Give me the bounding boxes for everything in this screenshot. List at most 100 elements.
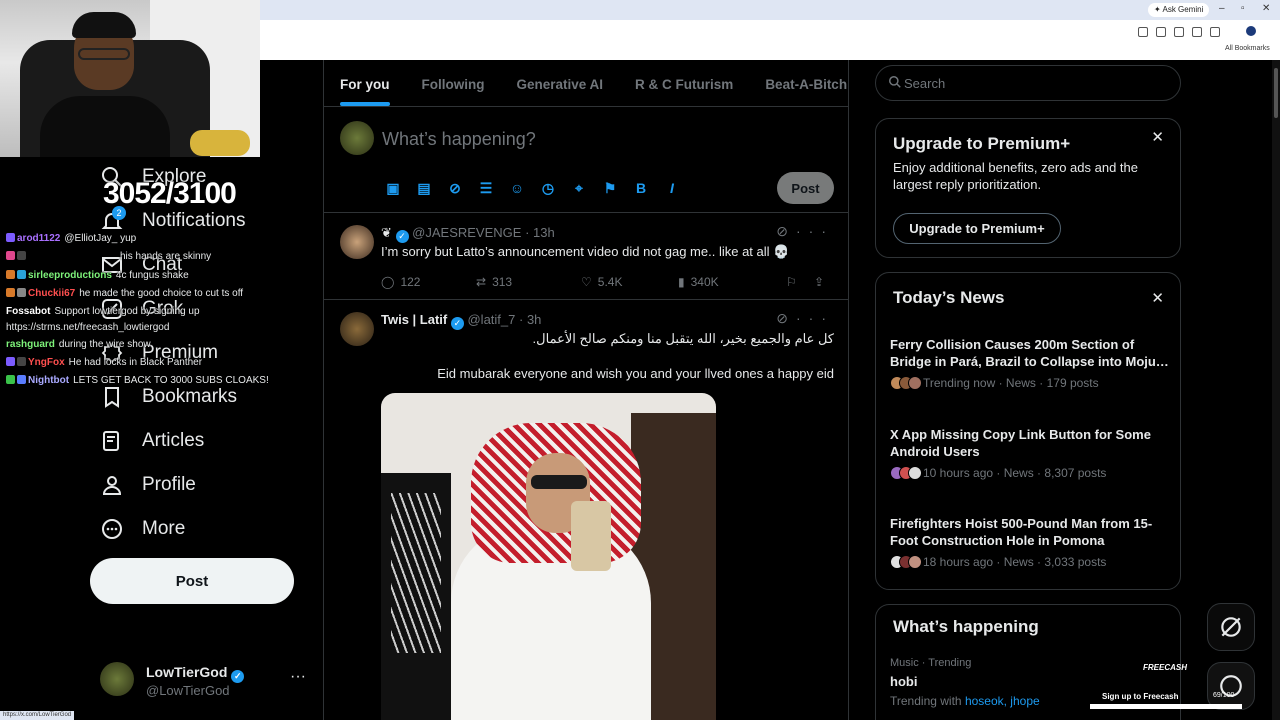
reply-icon: ◯ bbox=[381, 275, 395, 289]
image-icon[interactable]: ▣ bbox=[384, 179, 402, 197]
extensions-icon[interactable] bbox=[1192, 27, 1202, 37]
freecash-logo: FREECASH bbox=[1143, 663, 1188, 672]
cast-icon[interactable] bbox=[1138, 27, 1148, 37]
schedule-icon[interactable]: ◷ bbox=[539, 179, 557, 197]
feed-tabs: For you Following Generative AI R & C Fu… bbox=[324, 60, 848, 107]
main-feed: For you Following Generative AI R & C Fu… bbox=[323, 60, 849, 720]
chat-message: rashguard during the wire show bbox=[6, 338, 151, 350]
flag-icon[interactable]: ⚑ bbox=[601, 179, 619, 197]
trend-name[interactable]: hobi bbox=[890, 674, 917, 689]
verified-badge-icon: ✓ bbox=[450, 317, 464, 330]
grok-icon[interactable]: ⊘ bbox=[776, 310, 796, 326]
tweet-text-arabic: كل عام والجميع بخير، الله يتقبل منا ومنك… bbox=[532, 331, 834, 346]
search-placeholder: Search bbox=[904, 76, 946, 91]
sub-goal-counter: 3052/3100 bbox=[103, 177, 237, 210]
compose-input[interactable]: What’s happening? bbox=[382, 129, 536, 150]
tweet-photo[interactable] bbox=[381, 393, 716, 720]
nav-articles[interactable]: Articles bbox=[100, 429, 204, 453]
close-icon[interactable]: ✕ bbox=[1151, 128, 1164, 146]
ask-gemini-button[interactable]: ✦ Ask Gemini bbox=[1148, 3, 1210, 17]
compose-post-button[interactable]: Post bbox=[777, 172, 834, 204]
account-name: LowTierGod bbox=[146, 664, 228, 680]
trend-category: Music · Trending bbox=[890, 657, 972, 669]
share-button[interactable]: ⇪ bbox=[814, 275, 824, 289]
chat-message: Nightbot LETS GET BACK TO 3000 SUBS CLOAK… bbox=[6, 372, 306, 390]
minimize-icon[interactable]: – bbox=[1219, 3, 1225, 14]
nav-profile[interactable]: Profile bbox=[100, 473, 196, 497]
grok-button[interactable] bbox=[1207, 603, 1255, 651]
trend-tags[interactable]: hoseok, jhope bbox=[965, 694, 1040, 708]
messages-button[interactable] bbox=[1207, 662, 1255, 710]
news-item[interactable]: Ferry Collision Causes 200m Section of B… bbox=[890, 336, 1170, 390]
article-icon bbox=[103, 431, 119, 451]
chart-icon: ▮ bbox=[678, 275, 685, 289]
grok-icon[interactable]: ⊘ bbox=[776, 223, 796, 239]
gif-icon[interactable]: ▤ bbox=[415, 179, 433, 197]
browser-tab-strip bbox=[260, 0, 1280, 20]
freecash-counter: 69/100 bbox=[1213, 692, 1235, 699]
more-circle-icon bbox=[102, 519, 122, 539]
post-button[interactable]: Post bbox=[90, 558, 294, 604]
repost-icon: ⇄ bbox=[476, 275, 487, 289]
compose-box: What’s happening? ▣ ▤ ⊘ ☰ ☺ ◷ ⌖ ⚑ B I Po… bbox=[324, 107, 848, 213]
account-handle: @LowTierGod bbox=[146, 683, 230, 698]
like-button[interactable]: ♡ 5.4K bbox=[581, 275, 678, 289]
webcam-overlay bbox=[0, 0, 260, 157]
sidebar-icon[interactable] bbox=[1210, 27, 1220, 37]
nav-label: Articles bbox=[142, 430, 205, 451]
grok-icon bbox=[1221, 617, 1241, 637]
grok-icon[interactable]: ⊘ bbox=[446, 179, 464, 197]
upgrade-premium-button[interactable]: Upgrade to Premium+ bbox=[893, 213, 1061, 244]
tweet-text: Eid mubarak everyone and wish you and yo… bbox=[437, 366, 834, 381]
close-window-icon[interactable]: ✕ bbox=[1262, 3, 1270, 14]
browser-profile-avatar[interactable] bbox=[1246, 26, 1256, 36]
whats-happening-card: What’s happening Music · Trending hobi T… bbox=[875, 604, 1181, 720]
news-item[interactable]: Firefighters Hoist 500-Pound Man from 15… bbox=[890, 515, 1170, 569]
page-scrollbar[interactable] bbox=[1272, 60, 1280, 720]
person-icon bbox=[102, 476, 122, 495]
reply-button[interactable]: ◯ 122 bbox=[381, 275, 476, 289]
news-item[interactable]: X App Missing Copy Link Button for Some … bbox=[890, 426, 1170, 480]
emoji-icon[interactable]: ☺ bbox=[508, 179, 526, 197]
repost-button[interactable]: ⇄ 313 bbox=[476, 275, 581, 289]
news-headline: Firefighters Hoist 500-Pound Man from 15… bbox=[890, 516, 1153, 548]
tab-beat-a-bitch[interactable]: Beat-A-Bitch bbox=[749, 60, 863, 106]
close-icon[interactable]: ✕ bbox=[1151, 289, 1164, 307]
more-options-icon[interactable]: ··· bbox=[290, 668, 306, 686]
avatar bbox=[340, 121, 374, 155]
tweet-handle[interactable]: @latif_7 bbox=[467, 312, 515, 327]
tab-following[interactable]: Following bbox=[406, 60, 501, 106]
avatar-stack bbox=[890, 466, 922, 480]
tab-rc-futurism[interactable]: R & C Futurism bbox=[619, 60, 749, 106]
tweet-options[interactable]: ⊘··· bbox=[776, 310, 834, 327]
star-icon[interactable] bbox=[1174, 27, 1184, 37]
nav-more[interactable]: More bbox=[100, 517, 185, 541]
avatar bbox=[100, 662, 134, 696]
search-input[interactable]: Search bbox=[875, 65, 1181, 101]
all-bookmarks-link[interactable]: All Bookmarks bbox=[1225, 45, 1270, 52]
location-icon[interactable]: ⌖ bbox=[570, 179, 588, 197]
italic-icon[interactable]: I bbox=[663, 179, 681, 197]
bookmark-button[interactable]: ⚐ bbox=[786, 275, 814, 289]
tweet-time[interactable]: · 13h bbox=[525, 225, 555, 240]
browser-extension-icons bbox=[1138, 27, 1220, 37]
account-switcher[interactable]: LowTierGod ✓ @LowTierGod ··· bbox=[100, 660, 310, 700]
views-button[interactable]: ▮ 340K bbox=[678, 275, 786, 289]
bookmark-icon: ⚐ bbox=[786, 275, 797, 289]
tweet-handle[interactable]: @JAESREVENGE bbox=[412, 225, 521, 240]
news-meta: 10 hours ago · News · 8,307 posts bbox=[923, 466, 1107, 480]
chat-message: sirleeproductions 4c fungus shake bbox=[6, 267, 306, 285]
nav-label: More bbox=[142, 518, 186, 539]
tweet-options[interactable]: ⊘··· bbox=[776, 223, 834, 240]
chat-message: Fossabot Support lowtiergod by signing up… bbox=[6, 305, 200, 333]
zoom-icon[interactable] bbox=[1156, 27, 1166, 37]
tab-generative-ai[interactable]: Generative AI bbox=[501, 60, 620, 106]
trend-with-label: Trending with bbox=[890, 694, 962, 708]
tweet[interactable]: ❦ ✓ @JAESREVENGE · 13h ⊘··· I’m sorry bu… bbox=[324, 213, 848, 300]
bold-icon[interactable]: B bbox=[632, 179, 650, 197]
maximize-icon[interactable]: ▫ bbox=[1241, 3, 1245, 14]
tab-for-you[interactable]: For you bbox=[324, 60, 406, 106]
poll-icon[interactable]: ☰ bbox=[477, 179, 495, 197]
share-icon: ⇪ bbox=[814, 275, 825, 289]
tweet-time[interactable]: · 3h bbox=[519, 312, 541, 327]
